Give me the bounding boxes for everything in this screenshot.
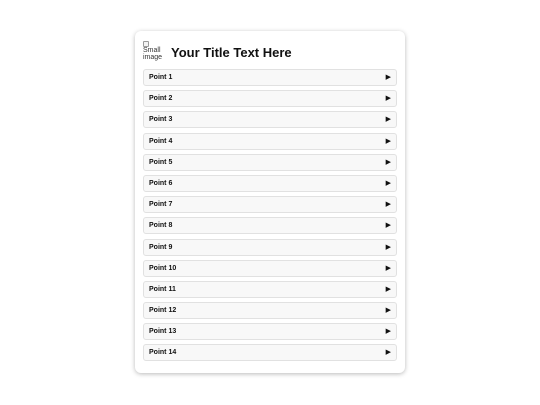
play-triangle-icon: ▶ bbox=[385, 307, 391, 315]
list-item[interactable]: Point 8 ▶ bbox=[143, 217, 397, 235]
list-item-label: Point 5 bbox=[149, 158, 173, 166]
list-item-label: Point 6 bbox=[149, 179, 173, 187]
list-item[interactable]: Point 9 ▶ bbox=[143, 238, 397, 256]
list-item-label: Point 8 bbox=[149, 222, 173, 230]
play-triangle-icon: ▶ bbox=[385, 285, 391, 293]
content-card: Small image Your Title Text Here Point 1… bbox=[135, 31, 405, 373]
list-item[interactable]: Point 14 ▶ bbox=[143, 344, 397, 362]
list-item[interactable]: Point 11 ▶ bbox=[143, 280, 397, 298]
list-item[interactable]: Point 5 ▶ bbox=[143, 153, 397, 171]
play-triangle-icon: ▶ bbox=[385, 137, 391, 145]
list-item-label: Point 3 bbox=[149, 116, 173, 124]
list-item[interactable]: Point 4 ▶ bbox=[143, 132, 397, 150]
page-title: Your Title Text Here bbox=[171, 44, 292, 60]
play-triangle-icon: ▶ bbox=[385, 158, 391, 166]
list-item-label: Point 12 bbox=[149, 307, 177, 315]
list-item[interactable]: Point 13 ▶ bbox=[143, 323, 397, 341]
image-alt-text: Small image bbox=[143, 47, 163, 61]
list-item[interactable]: Point 7 ▶ bbox=[143, 196, 397, 214]
list-item-label: Point 14 bbox=[149, 349, 177, 357]
play-triangle-icon: ▶ bbox=[385, 243, 391, 251]
list-item-label: Point 4 bbox=[149, 137, 173, 145]
list-item-label: Point 9 bbox=[149, 243, 173, 251]
list-item-label: Point 7 bbox=[149, 201, 173, 209]
list-item[interactable]: Point 10 ▶ bbox=[143, 259, 397, 277]
list-item-label: Point 2 bbox=[149, 95, 173, 103]
list-item[interactable]: Point 2 ▶ bbox=[143, 90, 397, 108]
card-header: Small image Your Title Text Here bbox=[143, 40, 292, 64]
play-triangle-icon: ▶ bbox=[385, 179, 391, 187]
play-triangle-icon: ▶ bbox=[385, 328, 391, 336]
list-item[interactable]: Point 3 ▶ bbox=[143, 111, 397, 129]
play-triangle-icon: ▶ bbox=[385, 222, 391, 230]
play-triangle-icon: ▶ bbox=[385, 95, 391, 103]
play-triangle-icon: ▶ bbox=[385, 201, 391, 209]
broken-image-icon: Small image bbox=[143, 41, 165, 63]
list-item[interactable]: Point 12 ▶ bbox=[143, 302, 397, 320]
list-item-label: Point 1 bbox=[149, 74, 173, 81]
play-triangle-icon: ▶ bbox=[385, 74, 391, 81]
points-list: Point 1 ▶ Point 2 ▶ Point 3 ▶ Point 4 ▶ Point 5 ▶… bbox=[143, 69, 397, 366]
play-triangle-icon: ▶ bbox=[385, 264, 391, 272]
list-item[interactable]: Point 6 ▶ bbox=[143, 174, 397, 192]
list-item-label: Point 11 bbox=[149, 285, 176, 293]
play-triangle-icon: ▶ bbox=[385, 349, 391, 357]
list-item[interactable]: Point 1 ▶ bbox=[143, 69, 397, 86]
list-item-label: Point 10 bbox=[149, 264, 177, 272]
play-triangle-icon: ▶ bbox=[385, 116, 391, 124]
list-item-label: Point 13 bbox=[149, 328, 177, 336]
